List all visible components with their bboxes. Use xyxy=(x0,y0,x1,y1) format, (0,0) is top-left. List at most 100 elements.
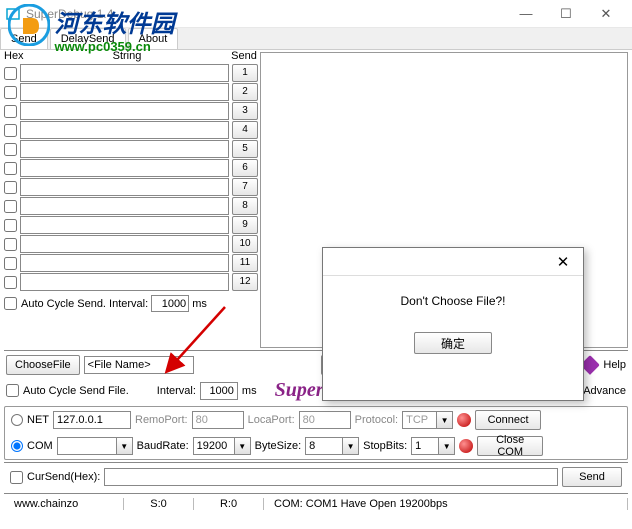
send-row-button[interactable]: 4 xyxy=(232,121,258,139)
alert-dialog: ✕ Don't Choose File?! 确定 xyxy=(322,247,584,401)
cursend-checkbox[interactable] xyxy=(10,471,23,484)
auto-cycle-interval[interactable] xyxy=(151,295,189,312)
hex-checkbox[interactable] xyxy=(4,86,17,99)
net-ip[interactable] xyxy=(53,411,131,429)
send-row: 9 xyxy=(0,216,258,235)
status-url: www.chainzo xyxy=(4,498,124,510)
send-row: 8 xyxy=(0,197,258,216)
tab-send[interactable]: Send xyxy=(0,28,48,49)
chevron-down-icon[interactable]: ▼ xyxy=(235,437,251,455)
dialog-ok-button[interactable]: 确定 xyxy=(414,332,492,354)
chevron-down-icon[interactable]: ▼ xyxy=(117,437,133,455)
window-title: SuperDebug 1.4 xyxy=(26,7,113,21)
chevron-down-icon[interactable]: ▼ xyxy=(437,411,453,429)
string-input[interactable] xyxy=(20,216,229,234)
auto-cycle-label: Auto Cycle Send. Interval: xyxy=(21,298,148,310)
string-input[interactable] xyxy=(20,102,229,120)
hex-checkbox[interactable] xyxy=(4,143,17,156)
send-row-button[interactable]: 5 xyxy=(232,140,258,158)
send-row: 2 xyxy=(0,83,258,102)
cursend-label: CurSend(Hex): xyxy=(27,471,100,483)
hex-checkbox[interactable] xyxy=(4,200,17,213)
locaport-input[interactable] xyxy=(299,411,351,429)
cursend-send-button[interactable]: Send xyxy=(562,467,622,487)
help-label[interactable]: Help xyxy=(603,359,626,371)
auto-file-checkbox[interactable] xyxy=(6,384,19,397)
com-radio[interactable] xyxy=(11,440,23,452)
send-panel: Hex String Send 1 2 3 4 5 6 7 8 9 10 11 … xyxy=(0,50,258,348)
send-row-button[interactable]: 9 xyxy=(232,216,258,234)
auto-file-unit: ms xyxy=(242,385,257,397)
string-input[interactable] xyxy=(20,121,229,139)
string-input[interactable] xyxy=(20,83,229,101)
locaport-label: LocaPort: xyxy=(248,414,295,426)
minimize-button[interactable]: — xyxy=(506,0,546,28)
stopbits-label: StopBits: xyxy=(363,440,407,452)
send-row-button[interactable]: 1 xyxy=(232,64,258,82)
auto-file-interval[interactable] xyxy=(200,382,238,400)
hex-checkbox[interactable] xyxy=(4,276,17,289)
string-input[interactable] xyxy=(20,178,229,196)
dialog-close-button[interactable]: ✕ xyxy=(543,248,583,276)
hex-checkbox[interactable] xyxy=(4,238,17,251)
hex-checkbox[interactable] xyxy=(4,105,17,118)
string-input[interactable] xyxy=(20,140,229,158)
protocol-combo[interactable] xyxy=(402,411,437,429)
hex-checkbox[interactable] xyxy=(4,219,17,232)
hex-checkbox[interactable] xyxy=(4,124,17,137)
com-combo[interactable] xyxy=(57,437,117,455)
send-row-button[interactable]: 10 xyxy=(232,235,258,253)
connection-group: NET RemoPort: LocaPort: Protocol: ▼ Conn… xyxy=(4,406,628,460)
close-button[interactable]: ✕ xyxy=(586,0,626,28)
header-string: String xyxy=(24,50,230,62)
send-row: 10 xyxy=(0,235,258,254)
status-msg: COM: COM1 Have Open 19200bps xyxy=(264,498,628,510)
bytesize-combo[interactable] xyxy=(305,437,343,455)
auto-cycle-checkbox[interactable] xyxy=(4,297,17,310)
baudrate-label: BaudRate: xyxy=(137,440,189,452)
string-input[interactable] xyxy=(20,197,229,215)
chevron-down-icon[interactable]: ▼ xyxy=(343,437,359,455)
send-row-button[interactable]: 8 xyxy=(232,197,258,215)
string-input[interactable] xyxy=(20,273,229,291)
tab-about[interactable]: About xyxy=(128,28,179,49)
send-row-button[interactable]: 11 xyxy=(232,254,258,272)
send-row-button[interactable]: 3 xyxy=(232,102,258,120)
window-titlebar: SuperDebug 1.4 — ☐ ✕ xyxy=(0,0,632,28)
status-r: R:0 xyxy=(194,498,264,510)
send-row: 3 xyxy=(0,102,258,121)
choose-file-button[interactable]: ChooseFile xyxy=(6,355,80,375)
send-row-button[interactable]: 6 xyxy=(232,159,258,177)
chevron-down-icon[interactable]: ▼ xyxy=(439,437,455,455)
close-com-button[interactable]: Close COM xyxy=(477,436,543,456)
cursend-input[interactable] xyxy=(104,468,558,486)
send-row-button[interactable]: 7 xyxy=(232,178,258,196)
send-row: 12 xyxy=(0,273,258,292)
hex-checkbox[interactable] xyxy=(4,181,17,194)
header-hex: Hex xyxy=(0,50,24,62)
string-input[interactable] xyxy=(20,254,229,272)
send-row-button[interactable]: 2 xyxy=(232,83,258,101)
stopbits-combo[interactable] xyxy=(411,437,439,455)
maximize-button[interactable]: ☐ xyxy=(546,0,586,28)
string-input[interactable] xyxy=(20,235,229,253)
remoport-input[interactable] xyxy=(192,411,244,429)
status-bar: www.chainzo S:0 R:0 COM: COM1 Have Open … xyxy=(4,493,628,513)
dialog-message: Don't Choose File?! xyxy=(323,276,583,326)
hex-checkbox[interactable] xyxy=(4,257,17,270)
send-row: 4 xyxy=(0,121,258,140)
hex-checkbox[interactable] xyxy=(4,162,17,175)
baudrate-combo[interactable] xyxy=(193,437,235,455)
string-input[interactable] xyxy=(20,159,229,177)
net-radio[interactable] xyxy=(11,414,23,426)
file-name-field[interactable] xyxy=(84,356,194,374)
advance-label[interactable]: Advance xyxy=(583,385,626,397)
connect-button[interactable]: Connect xyxy=(475,410,541,430)
hex-checkbox[interactable] xyxy=(4,67,17,80)
tab-delaysend[interactable]: DelaySend xyxy=(50,28,126,49)
send-row-button[interactable]: 12 xyxy=(232,273,258,291)
header-send: Send xyxy=(230,50,258,62)
string-input[interactable] xyxy=(20,64,229,82)
send-row: 1 xyxy=(0,64,258,83)
send-row: 7 xyxy=(0,178,258,197)
